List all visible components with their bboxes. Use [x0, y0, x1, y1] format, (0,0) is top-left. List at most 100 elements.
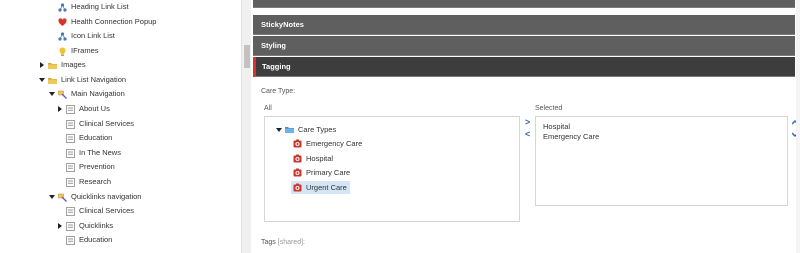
arrow-spacer — [56, 206, 64, 216]
expand-arrow-icon[interactable] — [38, 60, 46, 70]
tree-item-label: Research — [79, 177, 112, 186]
section-tagging[interactable]: Tagging — [253, 57, 795, 77]
care-type-option[interactable]: Primary Care — [293, 166, 350, 179]
care-type-option-label: Urgent Care — [306, 182, 347, 192]
nav-item-icon — [66, 206, 75, 216]
tree-item[interactable]: Quicklinks navigation — [48, 190, 141, 204]
tree-item-label: Link List Navigation — [61, 75, 127, 84]
tree-item-label: Quicklinks navigation — [71, 192, 142, 201]
expand-arrow-icon[interactable] — [275, 127, 283, 132]
tree-item-label: IFrames — [71, 46, 99, 55]
tree-item[interactable]: Main Navigation — [48, 87, 125, 101]
care-type-option-label: Hospital — [306, 153, 334, 163]
arrow-spacer — [56, 235, 64, 245]
section-label: StickyNotes — [261, 20, 304, 29]
tree-item[interactable]: Heading Link List — [48, 0, 129, 14]
link-list-icon — [58, 31, 67, 41]
tree-item[interactable]: Research — [56, 175, 111, 189]
care-type-option[interactable]: Emergency Care — [293, 137, 362, 150]
expand-arrow-icon[interactable] — [56, 104, 64, 114]
tree-item-label: Quicklinks — [79, 221, 114, 230]
tree-item-label: Health Connection Popup — [71, 17, 157, 26]
section-search-criteria-partial[interactable] — [253, 0, 795, 8]
tree-item[interactable]: Clinical Services — [56, 204, 134, 218]
care-types-root[interactable]: Care Types — [275, 123, 336, 136]
tree-item[interactable]: About Us — [56, 102, 110, 116]
tree-item-label: Education — [79, 235, 113, 244]
arrow-spacer — [56, 177, 64, 187]
tree-scroll-thumb[interactable] — [244, 45, 250, 68]
tree-item[interactable]: Education — [56, 131, 112, 145]
tree-item-label: Prevention — [79, 162, 115, 171]
nav-item-icon — [66, 177, 75, 187]
tree-item[interactable]: IFrames — [48, 44, 99, 58]
tree-item-label: Clinical Services — [79, 119, 135, 128]
care-item-icon — [293, 183, 302, 192]
add-to-selected-button[interactable]: > — [525, 118, 530, 127]
collapse-arrow-icon[interactable] — [38, 75, 46, 85]
care-item-icon — [293, 139, 302, 148]
tree-item-label: Heading Link List — [71, 2, 129, 11]
arrow-spacer — [48, 31, 56, 41]
tree-item[interactable]: Icon Link List — [48, 29, 115, 43]
link-list-icon — [58, 2, 67, 12]
navigation-icon — [58, 193, 67, 202]
tree-item-label: Images — [61, 60, 86, 69]
care-types-root-label: Care Types — [298, 125, 337, 134]
all-list-label: All — [264, 105, 272, 112]
tree-item[interactable]: Education — [56, 233, 112, 247]
collapse-arrow-icon[interactable] — [48, 89, 56, 99]
tree-item[interactable]: In The News — [56, 146, 121, 160]
tree-item-label: In The News — [79, 148, 121, 157]
item-editor: StickyNotes Styling Tagging Care Type: A… — [251, 0, 800, 253]
care-type-label: Care Type: — [261, 88, 296, 95]
arrow-spacer — [48, 2, 56, 12]
tree-item-label: Education — [79, 133, 113, 142]
popup-icon — [58, 17, 67, 27]
tree-item[interactable]: Quicklinks — [56, 219, 113, 233]
section-label: Styling — [261, 41, 287, 50]
arrow-spacer — [48, 17, 56, 27]
care-item-icon — [293, 168, 302, 177]
tags-label: Tags [shared]: — [261, 239, 305, 246]
arrow-spacer — [56, 148, 64, 158]
expand-arrow-icon[interactable] — [56, 221, 64, 231]
arrow-spacer — [56, 162, 64, 172]
selected-item[interactable]: Hospital — [543, 122, 570, 131]
folder-icon — [285, 125, 294, 134]
arrow-spacer — [56, 133, 64, 143]
nav-item-icon — [66, 148, 75, 158]
care-type-option[interactable]: Urgent Care — [291, 180, 350, 194]
care-item-icon — [293, 154, 302, 163]
arrow-spacer — [56, 119, 64, 129]
tree-item-label: Icon Link List — [71, 31, 115, 40]
tree-item[interactable]: Clinical Services — [56, 117, 134, 131]
tree-item[interactable]: Link List Navigation — [38, 73, 126, 87]
care-type-option[interactable]: Hospital — [293, 152, 333, 165]
tree-item-label: Main Navigation — [71, 89, 125, 98]
section-styling[interactable]: Styling — [253, 36, 795, 56]
remove-from-selected-button[interactable]: < — [525, 130, 530, 139]
tree-scrollbar[interactable] — [241, 0, 251, 253]
folder-icon — [48, 76, 57, 85]
collapse-arrow-icon[interactable] — [48, 192, 56, 202]
tree-item[interactable]: Prevention — [56, 160, 115, 174]
care-type-option-label: Emergency Care — [306, 139, 363, 148]
nav-item-icon — [66, 221, 75, 231]
tree-item-label: About Us — [79, 104, 110, 113]
care-type-selected-list[interactable]: Hospital Emergency Care — [535, 116, 788, 206]
content-tree: Heading Link List Health Connection Popup… — [0, 0, 241, 253]
section-label: Tagging — [262, 62, 291, 71]
tree-item[interactable]: Images — [38, 58, 86, 72]
editor-scrollbar[interactable] — [796, 0, 800, 253]
nav-item-icon — [66, 133, 75, 143]
tree-item[interactable]: Health Connection Popup — [48, 15, 156, 29]
navigation-icon — [58, 90, 67, 99]
selected-item[interactable]: Emergency Care — [543, 132, 599, 141]
nav-item-icon — [66, 104, 75, 114]
care-type-all-list[interactable]: Care Types Emergency Care Hospital Primary… — [264, 116, 520, 222]
tree-item-label: Clinical Services — [79, 206, 135, 215]
care-type-option-label: Primary Care — [306, 168, 351, 177]
section-stickynotes[interactable]: StickyNotes — [253, 15, 795, 35]
nav-item-icon — [66, 119, 75, 129]
